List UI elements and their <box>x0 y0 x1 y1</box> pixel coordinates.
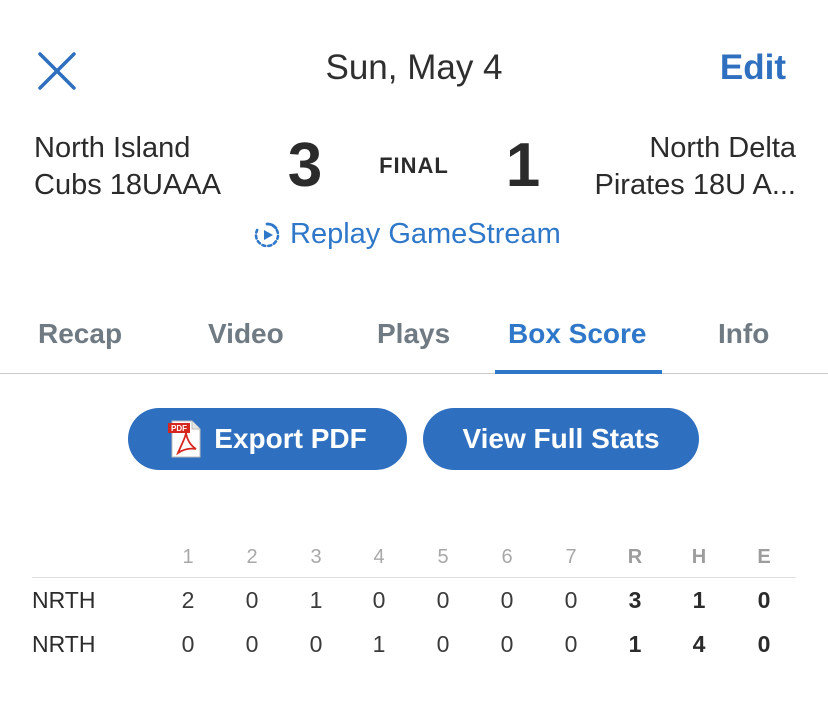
inning-score: 0 <box>245 631 259 657</box>
away-team-line2: Cubs 18UAAA <box>34 169 221 201</box>
export-pdf-label: Export PDF <box>214 423 367 454</box>
inning-header: 4 <box>373 546 385 568</box>
inning-header: 3 <box>310 546 322 568</box>
replay-icon <box>254 222 280 247</box>
inning-score: 0 <box>309 631 323 657</box>
inning-score: 1 <box>372 631 386 657</box>
tab-video[interactable]: Video <box>208 318 284 350</box>
box-score-header-row: 1 2 3 4 5 6 7 R H E <box>32 536 796 578</box>
inning-score: 0 <box>181 631 195 657</box>
inning-header: 7 <box>565 546 577 568</box>
runs-header: R <box>627 546 643 568</box>
edit-button[interactable]: Edit <box>720 48 786 88</box>
hits-total: 4 <box>692 631 706 657</box>
away-team-name: North Island Cubs 18UAAA <box>34 130 221 204</box>
inning-score: 1 <box>309 587 323 613</box>
inning-score: 0 <box>372 587 386 613</box>
errors-total: 0 <box>757 587 771 613</box>
tab-recap[interactable]: Recap <box>38 318 122 350</box>
inning-header: 1 <box>182 546 194 568</box>
game-status: FINAL <box>379 153 449 178</box>
box-score-table: 1 2 3 4 5 6 7 R H E NRTH 2 0 1 0 0 0 0 3… <box>32 536 796 666</box>
active-tab-indicator <box>495 370 662 374</box>
hits-total: 1 <box>692 587 706 613</box>
hits-header: H <box>691 546 707 568</box>
export-pdf-button[interactable]: PDF Export PDF <box>128 408 407 470</box>
away-team-score: 3 <box>287 131 323 200</box>
page-title: Sun, May 4 <box>325 48 503 87</box>
home-team-name: North Delta Pirates 18U A... <box>595 130 797 204</box>
runs-total: 3 <box>628 587 642 613</box>
inning-header: 2 <box>246 546 258 568</box>
table-row: NRTH 2 0 1 0 0 0 0 3 1 0 <box>32 578 796 622</box>
pdf-icon: PDF <box>168 420 201 458</box>
inning-header: 6 <box>501 546 513 568</box>
inning-score: 0 <box>500 587 514 613</box>
team-abbrev: NRTH <box>32 587 96 613</box>
home-team-line2: Pirates 18U A... <box>594 169 797 201</box>
home-team-line1: North Delta <box>649 132 796 164</box>
inning-header: 5 <box>437 546 449 568</box>
tab-box-score[interactable]: Box Score <box>508 318 647 350</box>
tab-bar: Recap Video Plays Box Score Info <box>0 296 828 374</box>
away-team-line1: North Island <box>34 132 191 164</box>
inning-score: 0 <box>436 587 450 613</box>
inning-score: 2 <box>181 587 195 613</box>
view-full-stats-button[interactable]: View Full Stats <box>423 408 699 470</box>
table-row: NRTH 0 0 0 1 0 0 0 1 4 0 <box>32 622 796 666</box>
tab-info[interactable]: Info <box>718 318 769 350</box>
pdf-badge-text: PDF <box>171 424 187 433</box>
game-header: Sun, May 4 Edit <box>0 0 828 120</box>
home-team-score: 1 <box>505 131 541 200</box>
errors-header: E <box>757 546 771 568</box>
inning-score: 0 <box>564 631 578 657</box>
tab-plays[interactable]: Plays <box>377 318 450 350</box>
inning-score: 0 <box>564 587 578 613</box>
replay-gamestream-link[interactable]: Replay GameStream <box>252 218 561 251</box>
inning-score: 0 <box>436 631 450 657</box>
replay-label: Replay GameStream <box>290 218 561 250</box>
runs-total: 1 <box>628 631 642 657</box>
inning-score: 0 <box>500 631 514 657</box>
team-abbrev: NRTH <box>32 631 96 657</box>
errors-total: 0 <box>757 631 771 657</box>
inning-score: 0 <box>245 587 259 613</box>
